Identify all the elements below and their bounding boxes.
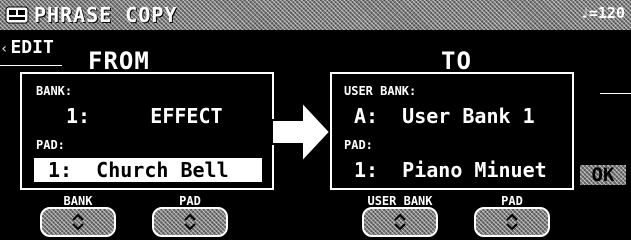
to-heading: TO <box>441 47 472 75</box>
from-bank-value[interactable]: 1: EFFECT <box>66 104 223 128</box>
to-bank-value[interactable]: A: User Bank 1 <box>354 104 535 128</box>
from-bank-label: BANK: <box>36 84 73 98</box>
up-down-arrow-icon <box>506 213 518 231</box>
to-pad-label: PAD: <box>344 138 373 152</box>
from-heading: FROM <box>88 47 150 75</box>
ok-button[interactable]: OK <box>578 163 628 187</box>
to-pad-value[interactable]: 1: Piano Minuet <box>354 158 547 182</box>
to-bank-label: USER BANK: <box>344 84 417 98</box>
to-panel: USER BANK: A: User Bank 1 PAD: 1: Piano … <box>330 72 574 190</box>
up-down-arrow-icon <box>72 213 84 231</box>
app-icon <box>4 4 30 26</box>
from-pad-label: PAD: <box>36 138 65 152</box>
bank-knob[interactable] <box>40 207 116 237</box>
from-panel: BANK: 1: EFFECT PAD: 1: Church Bell <box>20 72 274 190</box>
up-down-arrow-icon <box>394 213 406 231</box>
page-title: PHRASE COPY <box>34 3 178 27</box>
knob-label-pad-to: PAD <box>501 194 523 208</box>
up-down-arrow-icon <box>184 213 196 231</box>
copy-direction-arrow <box>272 100 332 164</box>
to-pad-knob[interactable] <box>474 207 550 237</box>
knob-label-bank: BANK <box>63 194 93 208</box>
from-pad-value[interactable]: 1: Church Bell <box>34 158 262 182</box>
divider-left <box>0 65 62 66</box>
user-bank-knob[interactable] <box>362 207 438 237</box>
knob-label-user-bank: USER BANK <box>367 194 433 208</box>
tempo-readout: ♩=120 <box>579 4 625 22</box>
title-bar: PHRASE COPY ♩=120 <box>0 0 631 30</box>
knob-label-pad: PAD <box>179 194 201 208</box>
edit-tab[interactable]: EDIT <box>0 37 53 58</box>
divider-right <box>600 93 631 94</box>
pad-knob[interactable] <box>152 207 228 237</box>
